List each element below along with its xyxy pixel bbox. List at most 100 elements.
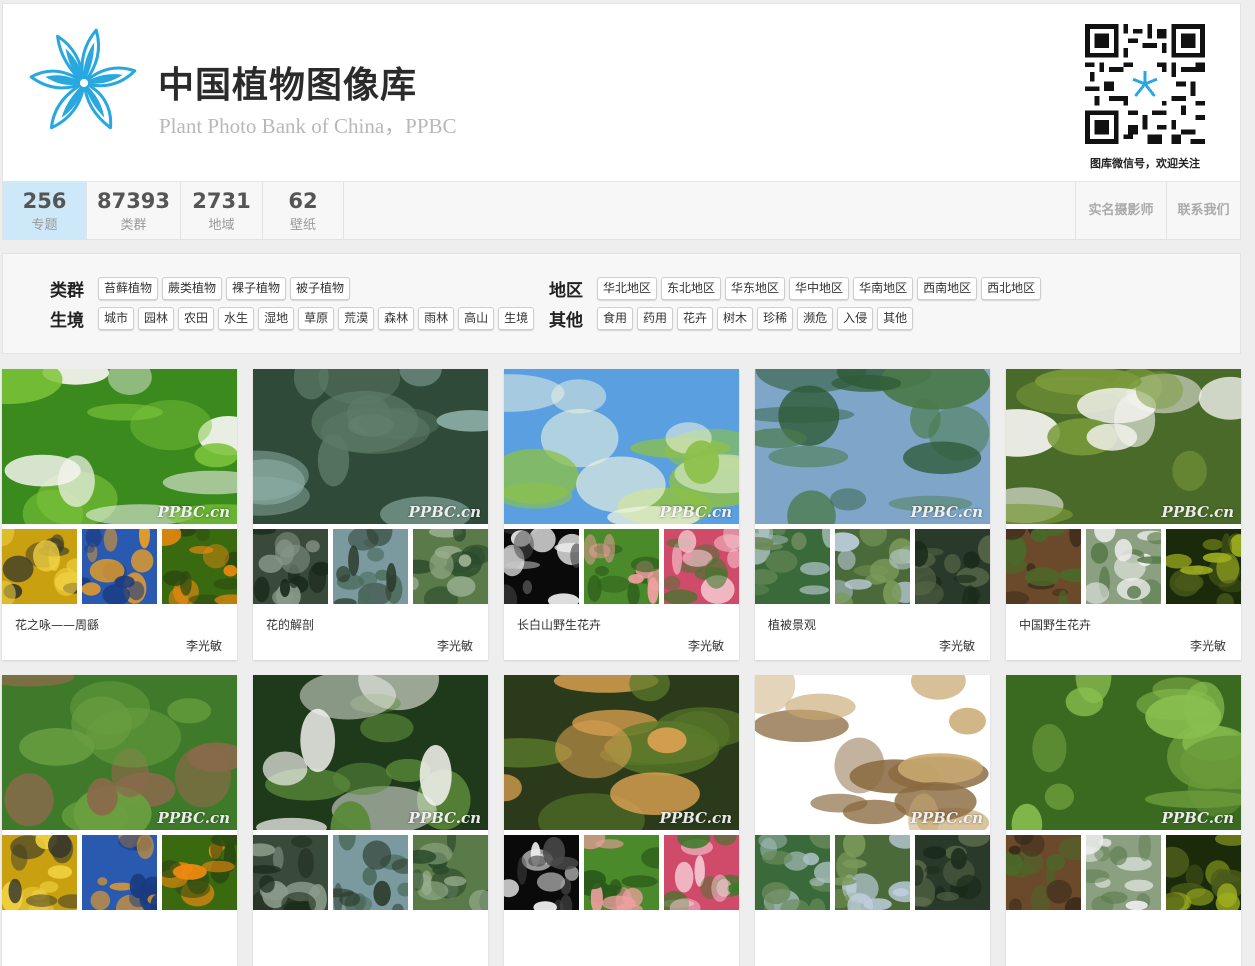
filter-tag-habitat[interactable]: 生境 (498, 307, 535, 330)
thumbnail-image[interactable] (584, 529, 659, 604)
thumbnail-image[interactable] (413, 529, 488, 604)
topic-cover-image[interactable]: PPBC.cn (504, 369, 739, 524)
filter-tag-other[interactable]: 花卉 (677, 307, 714, 330)
thumbnail-image[interactable] (333, 835, 408, 910)
filter-tag-other[interactable]: 入侵 (837, 307, 874, 330)
filter-tag-taxa[interactable]: 苔藓植物 (98, 277, 159, 300)
thumbnail-image[interactable] (1006, 529, 1081, 604)
filter-tag-other[interactable]: 其他 (877, 307, 914, 330)
topic-card[interactable]: PPBC.cn 长白山野生花卉李光敏 (504, 369, 739, 660)
thumbnail-image[interactable] (253, 529, 328, 604)
filter-tag-region[interactable]: 华中地区 (789, 277, 850, 300)
watermark: PPBC.cn (910, 809, 983, 827)
topic-card[interactable]: PPBC.cn (504, 675, 739, 966)
filter-tag-habitat[interactable]: 水生 (218, 307, 255, 330)
topic-cover-image[interactable]: PPBC.cn (1006, 369, 1241, 524)
photographers-link[interactable]: 实名摄影师 (1075, 182, 1166, 240)
filter-tag-taxa[interactable]: 被子植物 (290, 277, 351, 300)
topic-card[interactable]: PPBC.cn 植被景观 李光敏 (755, 369, 990, 660)
thumbnail-image[interactable] (162, 835, 237, 910)
stat-count: 87393 (96, 189, 171, 213)
topic-title[interactable]: 花的解剖 (266, 616, 488, 633)
thumbnail-image[interactable] (664, 835, 739, 910)
topic-cover-image[interactable]: PPBC.cn (1006, 675, 1241, 830)
topic-author: 李光敏 (436, 639, 473, 653)
filter-tag-habitat[interactable]: 湿地 (258, 307, 295, 330)
stat-regions[interactable]: 2731 地域 (181, 182, 263, 240)
topic-card[interactable]: PPBC.cn 花之咏——周繇 李光敏 (2, 369, 237, 660)
topic-card[interactable]: PPBC.cn 中国野生花卉 李光敏 (1006, 369, 1241, 660)
thumbnail-strip (504, 835, 739, 910)
filter-tag-other[interactable]: 树木 (717, 307, 754, 330)
site-header: 中国植物图像库 Plant Photo Bank of China，PPBC 图… (2, 3, 1241, 240)
topic-cover-image[interactable]: PPBC.cn (755, 369, 990, 524)
thumbnail-image[interactable] (82, 835, 157, 910)
topic-title[interactable]: 植被景观 (768, 616, 990, 633)
site-title: 中国植物图像库 (158, 64, 418, 106)
thumbnail-image[interactable] (253, 835, 328, 910)
thumbnail-image[interactable] (504, 835, 579, 910)
topic-card[interactable]: PPBC.cn (1006, 675, 1241, 966)
topic-title[interactable]: 花之咏——周繇 (15, 616, 237, 633)
filter-tag-habitat[interactable]: 荒漠 (338, 307, 375, 330)
stat-topics[interactable]: 256 专题 (3, 182, 87, 240)
stat-taxa[interactable]: 87393 类群 (87, 182, 181, 240)
filter-tag-region[interactable]: 华南地区 (853, 277, 914, 300)
ppbc-logo-icon[interactable] (23, 22, 145, 144)
thumbnail-image[interactable] (755, 835, 830, 910)
filter-tag-region[interactable]: 华东地区 (725, 277, 786, 300)
stat-wallpapers[interactable]: 62 壁纸 (263, 182, 344, 240)
filter-tag-other[interactable]: 食用 (597, 307, 634, 330)
thumbnail-image[interactable] (162, 529, 237, 604)
thumbnail-image[interactable] (1166, 835, 1241, 910)
topic-title[interactable]: 中国野生花卉 (1019, 616, 1241, 633)
filter-tag-habitat[interactable]: 草原 (298, 307, 335, 330)
thumbnail-image[interactable] (915, 529, 990, 604)
topic-card[interactable]: PPBC.cn (755, 675, 990, 966)
thumbnail-image[interactable] (82, 529, 157, 604)
topic-title[interactable]: 长白山野生花卉 (517, 616, 739, 633)
filter-tag-region[interactable]: 东北地区 (661, 277, 722, 300)
thumbnail-image[interactable] (1166, 529, 1241, 604)
thumbnail-image[interactable] (664, 529, 739, 604)
thumbnail-image[interactable] (2, 835, 77, 910)
filter-tag-habitat[interactable]: 森林 (378, 307, 415, 330)
contact-us-link[interactable]: 联系我们 (1166, 182, 1240, 240)
filter-tag-habitat[interactable]: 雨林 (418, 307, 455, 330)
filter-tag-other[interactable]: 药用 (637, 307, 674, 330)
topic-cover-image[interactable]: PPBC.cn (2, 369, 237, 524)
thumbnail-image[interactable] (835, 529, 910, 604)
topic-card[interactable]: PPBC.cn (253, 675, 488, 966)
filter-tag-habitat[interactable]: 高山 (458, 307, 495, 330)
filter-tag-other[interactable]: 濒危 (797, 307, 834, 330)
thumbnail-image[interactable] (504, 529, 579, 604)
topic-cover-image[interactable]: PPBC.cn (755, 675, 990, 830)
thumbnail-image[interactable] (413, 835, 488, 910)
topic-cover-image[interactable]: PPBC.cn (253, 369, 488, 524)
topic-card[interactable]: PPBC.cn (2, 675, 237, 966)
topic-cover-image[interactable]: PPBC.cn (504, 675, 739, 830)
filter-tag-habitat[interactable]: 农田 (178, 307, 215, 330)
filter-tag-region[interactable]: 华北地区 (597, 277, 658, 300)
thumbnail-image[interactable] (915, 835, 990, 910)
thumbnail-image[interactable] (584, 835, 659, 910)
thumbnail-image[interactable] (1086, 835, 1161, 910)
thumbnail-image[interactable] (2, 529, 77, 604)
filter-tag-taxa[interactable]: 裸子植物 (226, 277, 287, 300)
thumbnail-image[interactable] (1006, 835, 1081, 910)
topic-author: 李光敏 (687, 639, 724, 653)
filter-tag-other[interactable]: 珍稀 (757, 307, 794, 330)
topic-cover-image[interactable]: PPBC.cn (253, 675, 488, 830)
filter-tag-habitat[interactable]: 园林 (138, 307, 175, 330)
thumbnail-image[interactable] (1086, 529, 1161, 604)
thumbnail-image[interactable] (755, 529, 830, 604)
qr-caption: 图库微信号，欢迎关注 (1090, 157, 1200, 170)
thumbnail-image[interactable] (835, 835, 910, 910)
filter-tag-region[interactable]: 西南地区 (917, 277, 978, 300)
filter-tag-region[interactable]: 西北地区 (981, 277, 1042, 300)
topic-cover-image[interactable]: PPBC.cn (2, 675, 237, 830)
filter-tag-habitat[interactable]: 城市 (98, 307, 135, 330)
topic-card[interactable]: PPBC.cn 花的解剖李光敏 (253, 369, 488, 660)
filter-tag-taxa[interactable]: 蕨类植物 (162, 277, 223, 300)
thumbnail-image[interactable] (333, 529, 408, 604)
